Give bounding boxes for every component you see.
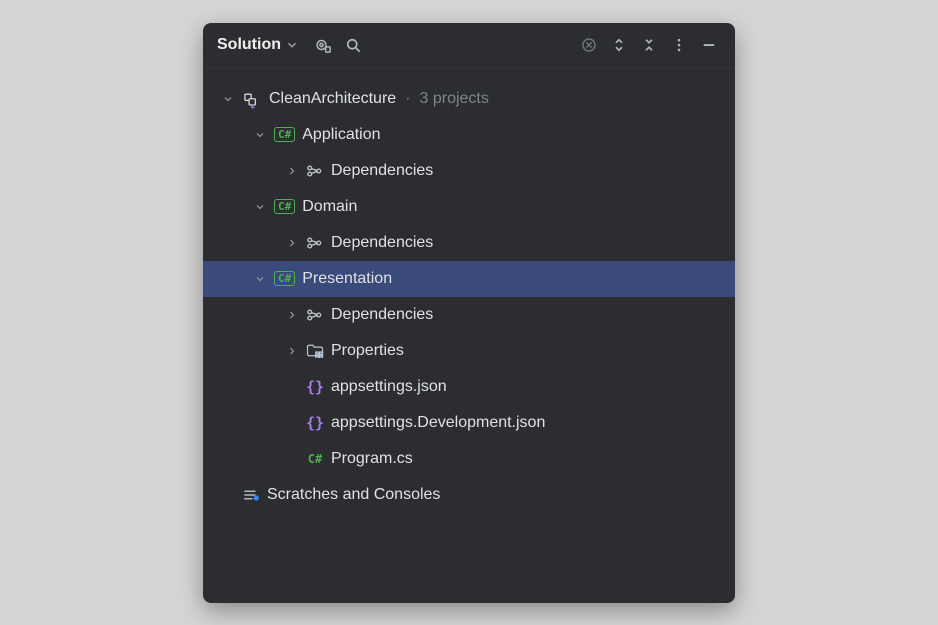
project-application[interactable]: C# Application bbox=[203, 117, 735, 153]
target-icon[interactable] bbox=[311, 33, 335, 57]
chevron-down-icon bbox=[253, 272, 267, 286]
chevron-down-icon bbox=[285, 38, 299, 52]
solution-title-text: Solution bbox=[217, 36, 281, 54]
solution-root[interactable]: CleanArchitecture · 3 projects bbox=[203, 81, 735, 117]
properties-folder-icon bbox=[306, 342, 324, 360]
minimize-icon[interactable] bbox=[697, 33, 721, 57]
csharp-project-icon: C# bbox=[274, 199, 295, 214]
scratches-icon bbox=[242, 486, 260, 504]
properties-label: Properties bbox=[331, 342, 404, 360]
dependencies-label: Dependencies bbox=[331, 306, 433, 324]
project-name: Application bbox=[302, 126, 380, 144]
file-name: appsettings.json bbox=[331, 378, 447, 396]
dependencies-icon bbox=[306, 162, 324, 180]
chevron-down-icon bbox=[253, 200, 267, 214]
solution-tree: CleanArchitecture · 3 projects C# Applic… bbox=[203, 69, 735, 521]
scratches-label: Scratches and Consoles bbox=[267, 486, 440, 504]
dependencies-application[interactable]: Dependencies bbox=[203, 153, 735, 189]
dependencies-icon bbox=[306, 234, 324, 252]
chevron-down-icon bbox=[253, 128, 267, 142]
chevron-right-icon bbox=[285, 308, 299, 322]
chevron-down-icon bbox=[221, 92, 235, 106]
dependencies-label: Dependencies bbox=[331, 162, 433, 180]
file-program-cs[interactable]: C# Program.cs bbox=[203, 441, 735, 477]
dependencies-label: Dependencies bbox=[331, 234, 433, 252]
csharp-file-icon: C# bbox=[306, 450, 324, 468]
stop-icon[interactable] bbox=[577, 33, 601, 57]
chevron-right-icon bbox=[285, 344, 299, 358]
project-name: Presentation bbox=[302, 270, 392, 288]
solution-icon bbox=[242, 91, 262, 107]
project-domain[interactable]: C# Domain bbox=[203, 189, 735, 225]
search-icon[interactable] bbox=[341, 33, 365, 57]
solution-toolbar: Solution bbox=[203, 23, 735, 69]
collapse-all-icon[interactable] bbox=[637, 33, 661, 57]
dependencies-presentation[interactable]: Dependencies bbox=[203, 297, 735, 333]
file-name: Program.cs bbox=[331, 450, 413, 468]
json-file-icon: {} bbox=[306, 414, 324, 432]
file-appsettings-development-json[interactable]: {} appsettings.Development.json bbox=[203, 405, 735, 441]
solution-title-dropdown[interactable]: Solution bbox=[217, 36, 299, 54]
project-name: Domain bbox=[302, 198, 357, 216]
file-name: appsettings.Development.json bbox=[331, 414, 545, 432]
project-presentation[interactable]: C# Presentation bbox=[203, 261, 735, 297]
json-file-icon: {} bbox=[306, 378, 324, 396]
chevron-right-icon bbox=[285, 164, 299, 178]
dependencies-icon bbox=[306, 306, 324, 324]
solution-projects-hint: 3 projects bbox=[420, 90, 489, 108]
solution-explorer-panel: Solution bbox=[203, 23, 735, 603]
scratches-and-consoles[interactable]: Scratches and Consoles bbox=[203, 477, 735, 513]
dependencies-domain[interactable]: Dependencies bbox=[203, 225, 735, 261]
chevron-right-icon bbox=[285, 236, 299, 250]
more-options-icon[interactable] bbox=[667, 33, 691, 57]
solution-name: CleanArchitecture bbox=[269, 90, 396, 108]
csharp-project-icon: C# bbox=[274, 127, 295, 142]
file-appsettings-json[interactable]: {} appsettings.json bbox=[203, 369, 735, 405]
expand-select-icon[interactable] bbox=[607, 33, 631, 57]
properties-folder[interactable]: Properties bbox=[203, 333, 735, 369]
csharp-project-icon: C# bbox=[274, 271, 295, 286]
